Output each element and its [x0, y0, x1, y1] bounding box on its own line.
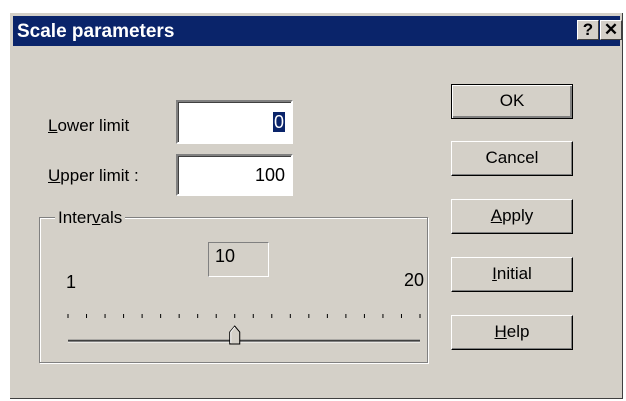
title-bar[interactable]: Scale parameters ? ✕ — [13, 16, 622, 46]
intervals-group-label: Intervals — [55, 208, 126, 228]
close-icon[interactable]: ✕ — [600, 20, 622, 40]
slider-min-label: 1 — [66, 272, 77, 292]
intervals-value-display: 10 — [208, 242, 269, 277]
apply-mnemonic: A — [490, 206, 503, 225]
upper-limit-label-post: pper limit : — [60, 166, 139, 185]
upper-limit-label: Upper limit : — [48, 166, 139, 186]
help-button-label: elp — [506, 322, 530, 341]
lower-limit-input[interactable]: 0 — [176, 100, 293, 144]
slider-thumb[interactable] — [229, 325, 241, 345]
apply-button-label: pply — [502, 206, 534, 225]
intervals-mnemonic: v — [92, 208, 101, 227]
initial-button-label: nitial — [496, 264, 532, 283]
lower-limit-label: Lower limit — [48, 116, 129, 136]
cancel-button[interactable]: Cancel — [451, 141, 573, 176]
ok-button-label: OK — [499, 91, 525, 110]
upper-limit-input[interactable]: 100 — [176, 154, 293, 196]
help-mnemonic: H — [494, 322, 507, 341]
slider-ticks — [67, 314, 421, 318]
window-title: Scale parameters — [17, 21, 175, 42]
intervals-label-post: als — [100, 208, 123, 227]
help-button[interactable]: Help — [451, 315, 573, 350]
help-icon[interactable]: ? — [577, 20, 599, 40]
upper-limit-mnemonic: U — [48, 166, 61, 185]
lower-limit-label-post: ower limit — [57, 116, 130, 135]
lower-limit-value: 0 — [272, 112, 285, 132]
initial-button[interactable]: Initial — [451, 257, 573, 292]
upper-limit-value: 100 — [254, 165, 285, 185]
ok-button[interactable]: OK — [451, 84, 573, 119]
slider-max-label: 20 — [404, 270, 425, 290]
cancel-button-label: Cancel — [485, 148, 539, 167]
intervals-label-pre: Inter — [58, 208, 93, 227]
intervals-slider[interactable] — [60, 300, 425, 350]
apply-button[interactable]: Apply — [451, 199, 573, 234]
